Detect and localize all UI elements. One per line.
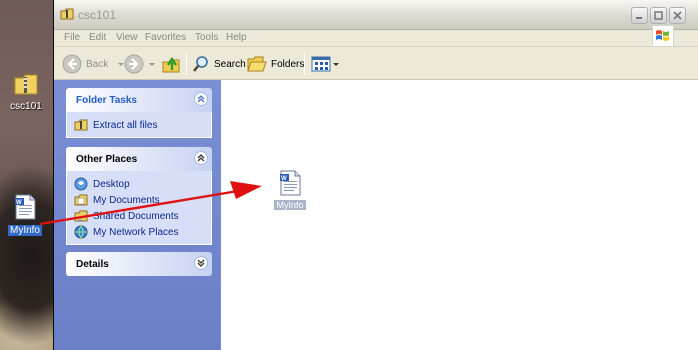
up-folder-icon: [162, 56, 180, 73]
task-extract-all[interactable]: Extract all files: [74, 117, 204, 133]
menu-favorites[interactable]: Favorites: [145, 32, 186, 43]
toolbar-separator: [304, 53, 305, 75]
folders-button[interactable]: Folders: [247, 52, 304, 76]
chevron-up-icon: [197, 154, 205, 162]
desktop-folder-label: csc101: [10, 101, 42, 112]
place-shared-documents[interactable]: Shared Documents: [74, 208, 204, 224]
word-document-icon: W: [15, 194, 36, 220]
folder-tasks-title: Folder Tasks: [76, 94, 137, 106]
svg-text:W: W: [281, 176, 287, 182]
title-bar[interactable]: csc101: [54, 0, 698, 30]
views-icon: [311, 56, 331, 72]
expand-button[interactable]: [194, 256, 208, 270]
minimize-icon: [636, 17, 642, 19]
folder-content[interactable]: W MyInfo: [221, 80, 698, 350]
folder-tasks-header[interactable]: Folder Tasks: [66, 88, 212, 112]
collapse-button[interactable]: [194, 151, 208, 165]
maximize-icon: [654, 11, 663, 20]
search-label: Search: [214, 58, 246, 70]
place-my-documents[interactable]: My Documents: [74, 192, 204, 208]
search-button[interactable]: Search: [192, 52, 246, 76]
details-header[interactable]: Details: [66, 252, 212, 276]
word-document-icon: W: [280, 170, 301, 196]
menu-help[interactable]: Help: [226, 32, 247, 43]
svg-text:W: W: [16, 200, 22, 206]
place-desktop[interactable]: Desktop: [74, 176, 204, 192]
close-button[interactable]: [669, 7, 686, 24]
close-icon: [673, 11, 682, 20]
my-documents-icon: [74, 194, 88, 206]
details-group: Details: [66, 252, 212, 276]
toolbar: Back Search Folders: [54, 47, 698, 80]
menu-view[interactable]: View: [116, 32, 138, 43]
back-button[interactable]: Back: [62, 52, 126, 76]
details-title: Details: [76, 258, 109, 270]
back-arrow-icon: [62, 54, 82, 74]
place-label: My Network Places: [93, 226, 179, 238]
network-places-icon: [74, 225, 88, 239]
search-icon: [192, 56, 208, 72]
toolbar-separator: [186, 53, 187, 75]
task-pane: Folder Tasks Extract all files Other Pla…: [54, 80, 221, 350]
zip-folder-icon: [60, 8, 74, 20]
other-places-group: Other Places Desktop My Documents Shared…: [66, 147, 212, 245]
menu-tools[interactable]: Tools: [195, 32, 218, 43]
folder-tasks-group: Folder Tasks Extract all files: [66, 88, 212, 138]
menu-edit[interactable]: Edit: [89, 32, 106, 43]
minimize-button[interactable]: [631, 7, 648, 24]
other-places-header[interactable]: Other Places: [66, 147, 212, 171]
place-label: Shared Documents: [93, 210, 179, 222]
other-places-body: Desktop My Documents Shared Documents My…: [66, 171, 212, 245]
desktop-icon: [74, 177, 88, 191]
place-my-network-places[interactable]: My Network Places: [74, 224, 204, 240]
menu-file[interactable]: File: [64, 32, 80, 43]
desktop-folder-icon[interactable]: csc101: [6, 72, 46, 112]
folders-label: Folders: [271, 58, 305, 70]
file-myinfo[interactable]: W MyInfo: [268, 170, 312, 211]
forward-button[interactable]: [124, 52, 157, 76]
chevron-down-icon: [197, 259, 205, 267]
desktop-myinfo-label: MyInfo: [7, 225, 42, 236]
window-title: csc101: [78, 8, 117, 22]
desktop-myinfo-icon[interactable]: W MyInfo: [5, 194, 45, 236]
views-button[interactable]: [311, 52, 340, 76]
back-label: Back: [86, 58, 109, 70]
forward-arrow-icon: [124, 54, 144, 74]
explorer-window: csc101 File Edit View Favorites Tools He…: [53, 0, 698, 350]
folders-icon: [247, 56, 267, 72]
place-label: Desktop: [93, 178, 130, 190]
up-folder-button[interactable]: [161, 52, 181, 76]
task-label: Extract all files: [93, 119, 158, 131]
file-label: MyInfo: [274, 200, 306, 210]
folder-tasks-body: Extract all files: [66, 112, 212, 138]
menu-bar: File Edit View Favorites Tools Help: [54, 30, 698, 47]
chevron-up-icon: [197, 95, 205, 103]
chevron-down-icon: [149, 63, 155, 66]
place-label: My Documents: [93, 194, 160, 206]
chevron-down-icon: [333, 63, 339, 66]
maximize-button[interactable]: [650, 7, 667, 24]
shared-documents-icon: [74, 210, 88, 222]
collapse-button[interactable]: [194, 92, 208, 106]
zip-folder-icon: [74, 119, 88, 131]
zip-folder-icon: [14, 74, 38, 95]
other-places-title: Other Places: [76, 153, 138, 165]
windows-logo-icon: [652, 25, 674, 47]
